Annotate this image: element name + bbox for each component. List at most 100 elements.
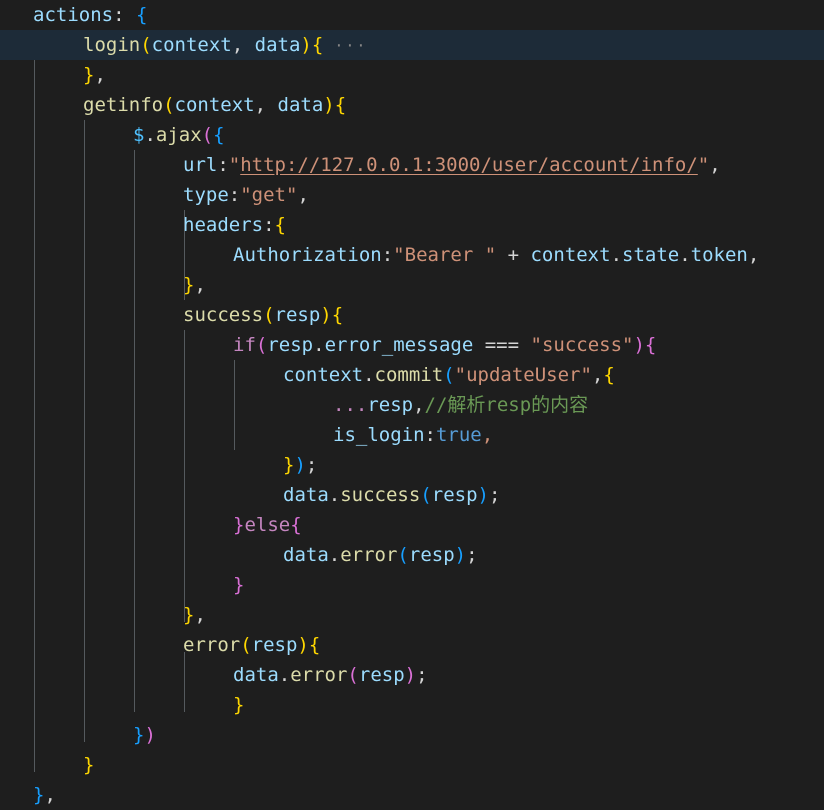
token-bracket: } bbox=[233, 574, 245, 596]
token-identifier: context bbox=[283, 364, 364, 386]
token-property-authorization: Authorization bbox=[233, 244, 382, 266]
token-punctuation: : bbox=[424, 424, 436, 446]
code-line[interactable]: data.error(resp); bbox=[0, 540, 824, 570]
token-punctuation: . bbox=[610, 244, 623, 266]
code-line[interactable]: }, bbox=[0, 60, 824, 90]
code-line[interactable]: }, bbox=[0, 600, 824, 630]
code-editor-viewport[interactable]: actions: { login(context, data){ ··· }, … bbox=[0, 0, 824, 806]
code-line[interactable]: }); bbox=[0, 450, 824, 480]
token-punctuation: : bbox=[263, 214, 275, 236]
token-punctuation: , bbox=[94, 64, 106, 86]
code-line[interactable]: Authorization:"Bearer " + context.state.… bbox=[0, 240, 824, 270]
token-bracket: ( bbox=[140, 34, 152, 56]
token-bracket: } bbox=[283, 454, 295, 476]
code-line[interactable]: success(resp){ bbox=[0, 300, 824, 330]
code-line-highlighted[interactable]: login(context, data){ ··· bbox=[0, 30, 824, 60]
token-url-link[interactable]: http://127.0.0.1:3000/user/account/info/ bbox=[240, 154, 698, 176]
token-punctuation: , bbox=[747, 244, 760, 266]
code-line[interactable]: } bbox=[0, 690, 824, 720]
token-bracket: ( bbox=[163, 94, 175, 116]
token-bracket: ( bbox=[420, 484, 432, 506]
token-function-error: error bbox=[290, 664, 348, 686]
code-line[interactable]: actions: { bbox=[0, 0, 824, 30]
code-line[interactable]: if(resp.error_message === "success"){ bbox=[0, 330, 824, 360]
token-bracket: } bbox=[133, 724, 145, 746]
token-bracket: ) bbox=[297, 634, 309, 656]
token-bracket: ) bbox=[454, 544, 467, 566]
token-comment: //解析resp的内容 bbox=[424, 394, 589, 416]
token-bracket: } bbox=[83, 754, 95, 776]
token-parameter: context bbox=[151, 34, 232, 56]
token-property-type: type bbox=[183, 184, 229, 206]
code-line[interactable]: context.commit("updateUser",{ bbox=[0, 360, 824, 390]
code-content[interactable]: actions: { login(context, data){ ··· }, … bbox=[0, 0, 824, 810]
token-bracket: } bbox=[233, 514, 245, 536]
token-string-value: get bbox=[251, 184, 286, 206]
code-line[interactable]: $.ajax({ bbox=[0, 120, 824, 150]
token-string-value: success bbox=[541, 334, 623, 356]
token-punctuation: , bbox=[194, 604, 206, 626]
token-bracket: { bbox=[603, 364, 615, 386]
code-line[interactable]: }, bbox=[0, 780, 824, 810]
token-function-success: success bbox=[340, 484, 421, 506]
token-parameter: resp bbox=[251, 634, 298, 656]
code-line[interactable]: is_login:true, bbox=[0, 420, 824, 450]
token-keyword-else: else bbox=[244, 514, 291, 536]
token-bracket: ( bbox=[201, 124, 214, 146]
token-bracket: { bbox=[274, 214, 286, 236]
token-string: " bbox=[580, 364, 592, 386]
token-punctuation: ; bbox=[416, 664, 428, 686]
token-identifier: data bbox=[233, 664, 279, 686]
code-line[interactable]: data.error(resp); bbox=[0, 660, 824, 690]
token-string: " bbox=[454, 364, 467, 386]
token-parameter: data bbox=[277, 94, 324, 116]
token-bracket: ) bbox=[323, 94, 335, 116]
token-property: actions bbox=[33, 4, 114, 26]
token-string: " bbox=[484, 244, 497, 266]
token-punctuation: , bbox=[231, 34, 255, 56]
token-punctuation: , bbox=[44, 784, 56, 806]
code-line[interactable]: } bbox=[0, 750, 824, 780]
token-bracket: ( bbox=[443, 364, 455, 386]
token-bracket: ) bbox=[300, 34, 312, 56]
token-punctuation: , bbox=[254, 94, 278, 116]
token-argument: resp bbox=[431, 484, 478, 506]
token-string: " bbox=[622, 334, 634, 356]
code-line[interactable]: }else{ bbox=[0, 510, 824, 540]
token-bracket: ( bbox=[347, 664, 359, 686]
token-identifier: error_message bbox=[324, 334, 474, 356]
code-line[interactable]: }, bbox=[0, 270, 824, 300]
code-line[interactable]: ...resp,//解析resp的内容 bbox=[0, 390, 824, 420]
code-line[interactable]: url:"http://127.0.0.1:3000/user/account/… bbox=[0, 150, 824, 180]
token-bracket: { bbox=[135, 4, 148, 26]
token-string: " bbox=[240, 184, 252, 206]
token-punctuation: . bbox=[278, 664, 291, 686]
token-property-is-login: is_login bbox=[333, 424, 425, 446]
token-property-headers: headers bbox=[183, 214, 264, 236]
folded-code-marker[interactable]: ··· bbox=[323, 37, 367, 55]
token-string-value: updateUser bbox=[466, 364, 581, 386]
token-punctuation: : bbox=[228, 184, 241, 206]
code-line[interactable]: headers:{ bbox=[0, 210, 824, 240]
token-bracket: { bbox=[311, 34, 324, 56]
token-function: getinfo bbox=[83, 94, 164, 116]
token-bracket: } bbox=[233, 694, 245, 716]
code-line[interactable]: error(resp){ bbox=[0, 630, 824, 660]
code-line[interactable]: data.success(resp); bbox=[0, 480, 824, 510]
token-property-url: url bbox=[183, 154, 218, 176]
token-bracket: { bbox=[334, 94, 347, 116]
token-bracket: ) bbox=[294, 454, 306, 476]
token-spread-operator: ... bbox=[333, 394, 368, 416]
token-jquery-variable: $ bbox=[133, 124, 145, 146]
token-identifier: resp bbox=[267, 334, 314, 356]
token-bracket: ( bbox=[263, 304, 275, 326]
code-line[interactable]: getinfo(context, data){ bbox=[0, 90, 824, 120]
token-identifier: state bbox=[622, 244, 680, 266]
code-line[interactable]: type:"get", bbox=[0, 180, 824, 210]
token-argument: resp bbox=[358, 664, 405, 686]
token-parameter: resp bbox=[274, 304, 321, 326]
token-bracket: ( bbox=[240, 634, 252, 656]
code-line[interactable]: } bbox=[0, 570, 824, 600]
token-punctuation: ; bbox=[305, 454, 318, 476]
code-line[interactable]: }) bbox=[0, 720, 824, 750]
